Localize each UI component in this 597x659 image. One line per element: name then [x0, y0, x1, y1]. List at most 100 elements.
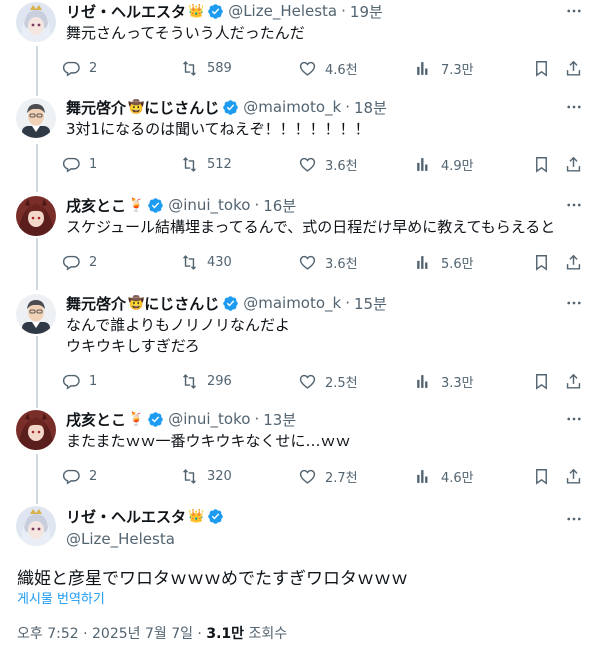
more-icon[interactable] — [565, 2, 583, 20]
bookmark-button[interactable] — [532, 253, 551, 272]
author-name[interactable]: 戌亥とこ — [66, 195, 126, 216]
bookmark-icon — [536, 61, 547, 77]
bookmark-button[interactable] — [532, 372, 551, 391]
separator-dot: · — [345, 98, 351, 116]
views-button[interactable]: 7.3만 — [414, 59, 474, 78]
view-count: 3.3만 — [441, 376, 474, 391]
retweet-count: 589 — [207, 61, 232, 76]
timestamp[interactable]: 13분 — [263, 409, 296, 430]
main-tweet: リゼ・ヘルエスタ 👑 @Lize_Helesta 織姫と彦星でワロタｗｗｗめでた… — [0, 506, 597, 656]
avatar[interactable] — [16, 2, 56, 42]
verified-badge-icon — [148, 411, 163, 427]
retweet-button[interactable]: 320 — [180, 467, 232, 486]
like-count: 2.5천 — [325, 376, 358, 391]
avatar[interactable] — [16, 196, 56, 236]
avatar[interactable] — [16, 98, 56, 138]
reply-count: 2 — [89, 469, 98, 484]
share-button[interactable] — [564, 467, 583, 486]
verified-badge-icon — [223, 99, 238, 115]
views-button[interactable]: 4.9만 — [414, 155, 474, 174]
thread-line — [36, 336, 38, 408]
views-button[interactable]: 4.6만 — [414, 467, 474, 486]
thread-line — [36, 144, 38, 192]
tweet-text: 織姫と彦星でワロタｗｗｗめでたすぎワロタｗｗｗ — [17, 569, 408, 589]
like-button[interactable]: 2.5천 — [298, 372, 358, 391]
retweet-count: 320 — [207, 469, 232, 484]
share-icon — [566, 60, 581, 76]
author-name[interactable]: リゼ・ヘルエスタ — [66, 1, 186, 22]
bookmark-button[interactable] — [532, 467, 551, 486]
retweet-button[interactable]: 589 — [180, 59, 232, 78]
separator-dot: · — [341, 2, 346, 20]
views-button[interactable]: 5.6만 — [414, 253, 474, 272]
verified-badge-icon — [223, 295, 238, 311]
bookmark-icon — [536, 255, 547, 271]
like-count: 3.6천 — [325, 159, 358, 174]
name-emoji: 👑 — [188, 3, 205, 19]
reply-button[interactable]: 1 — [62, 155, 97, 174]
more-icon[interactable] — [565, 294, 583, 312]
reply-count: 1 — [89, 157, 98, 172]
avatar[interactable] — [16, 294, 56, 334]
views-button[interactable]: 3.3만 — [414, 372, 474, 391]
retweet-icon — [183, 255, 196, 270]
like-button[interactable]: 2.7천 — [298, 467, 358, 486]
author-handle[interactable]: @maimoto_k — [243, 98, 341, 116]
share-icon — [566, 156, 581, 172]
bookmark-button[interactable] — [532, 59, 551, 78]
author-handle[interactable]: @inui_toko — [168, 196, 250, 214]
reply-button[interactable]: 1 — [62, 372, 97, 391]
reply-icon — [62, 61, 80, 77]
author-handle[interactable]: @inui_toko — [168, 410, 250, 428]
author-name[interactable]: 戌亥とこ — [66, 409, 126, 430]
like-button[interactable]: 4.6천 — [298, 59, 358, 78]
share-button[interactable] — [564, 372, 583, 391]
bookmark-button[interactable] — [532, 155, 551, 174]
share-button[interactable] — [564, 155, 583, 174]
retweet-count: 296 — [207, 374, 232, 389]
like-count: 2.7천 — [325, 471, 358, 486]
timestamp[interactable]: 15분 — [354, 293, 387, 314]
reply-icon — [62, 157, 80, 173]
share-button[interactable] — [564, 253, 583, 272]
analytics-icon — [417, 470, 430, 483]
view-count: 5.6만 — [441, 257, 474, 272]
avatar[interactable] — [16, 506, 56, 546]
reply-button[interactable]: 2 — [62, 467, 97, 486]
like-button[interactable]: 3.6천 — [298, 155, 358, 174]
tweet-header: 戌亥とこ 🍹 @inui_toko · 13분 — [66, 408, 296, 430]
more-icon[interactable] — [565, 510, 583, 528]
retweet-count: 430 — [207, 255, 232, 270]
like-count: 3.6천 — [325, 257, 358, 272]
share-button[interactable] — [564, 59, 583, 78]
reply-button[interactable]: 2 — [62, 59, 97, 78]
timestamp[interactable]: 16분 — [263, 195, 296, 216]
avatar[interactable] — [16, 410, 56, 450]
retweet-button[interactable]: 430 — [180, 253, 232, 272]
timestamp[interactable]: 18분 — [354, 97, 387, 118]
timestamp[interactable]: 오후 7:52 · 2025년 7월 7일 · — [17, 626, 206, 642]
reply-button[interactable]: 2 — [62, 253, 97, 272]
translate-link[interactable]: 게시물 번역하기 — [17, 588, 105, 607]
author-handle[interactable]: @Lize_Helesta — [66, 530, 224, 548]
author-name-suffix[interactable]: にじさんじ — [144, 97, 219, 118]
more-icon[interactable] — [565, 196, 583, 214]
share-icon — [566, 254, 581, 270]
heart-icon — [299, 255, 316, 270]
author-handle[interactable]: @maimoto_k — [243, 294, 341, 312]
thread-line — [36, 454, 38, 504]
tweet-meta: 오후 7:52 · 2025년 7월 7일 · 3.1만 조회수 — [17, 623, 287, 643]
retweet-count: 512 — [207, 157, 232, 172]
timestamp[interactable]: 19분 — [350, 1, 383, 22]
author-name[interactable]: リゼ・ヘルエスタ — [66, 506, 186, 527]
author-name[interactable]: 舞元啓介 — [66, 293, 126, 314]
author-name[interactable]: 舞元啓介 — [66, 97, 126, 118]
more-icon[interactable] — [565, 98, 583, 116]
author-handle[interactable]: @Lize_Helesta — [228, 2, 337, 20]
like-button[interactable]: 3.6천 — [298, 253, 358, 272]
retweet-button[interactable]: 512 — [180, 155, 232, 174]
more-icon[interactable] — [565, 410, 583, 428]
analytics-icon — [417, 256, 430, 269]
retweet-button[interactable]: 296 — [180, 372, 232, 391]
author-name-suffix[interactable]: にじさんじ — [144, 293, 219, 314]
